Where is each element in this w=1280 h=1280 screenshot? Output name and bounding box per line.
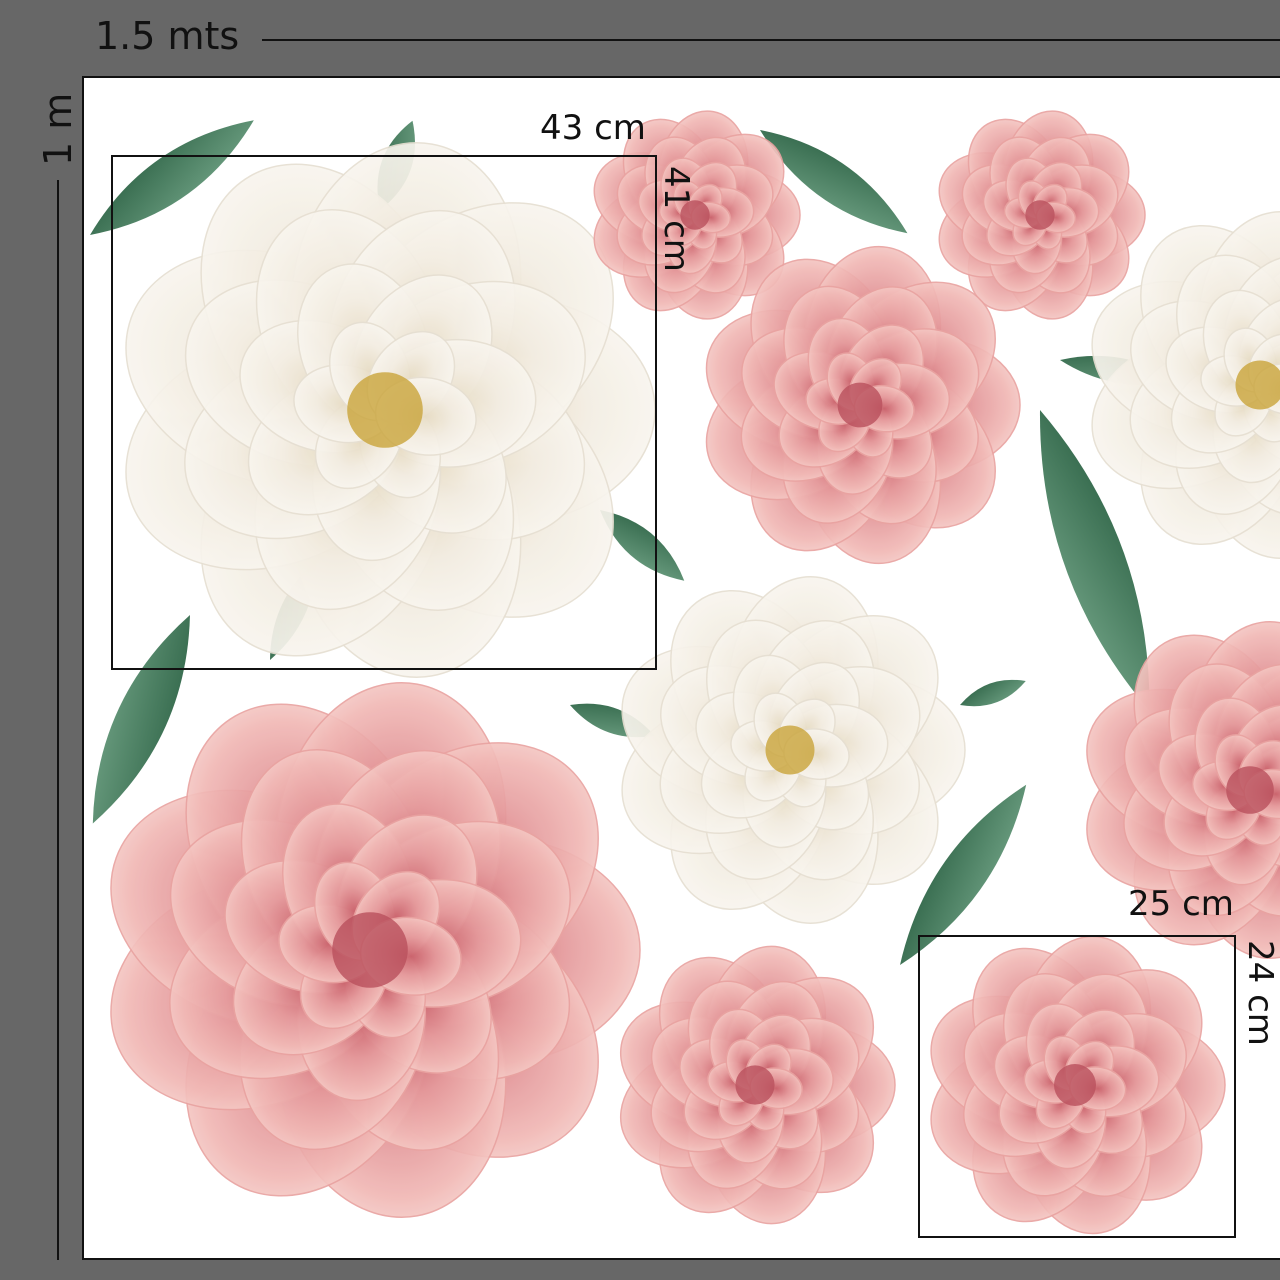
measure-width-small: 25 cm <box>1128 884 1234 924</box>
leaf <box>960 679 1026 707</box>
pink-peony-bottom <box>619 945 896 1225</box>
pink-peony-large <box>110 682 641 1218</box>
measure-width-large: 43 cm <box>540 108 646 148</box>
measure-box-large <box>111 155 657 670</box>
measure-box-small <box>918 935 1236 1238</box>
measure-height-large: 41 cm <box>656 166 696 272</box>
measure-height-small: 24 cm <box>1240 940 1280 1046</box>
